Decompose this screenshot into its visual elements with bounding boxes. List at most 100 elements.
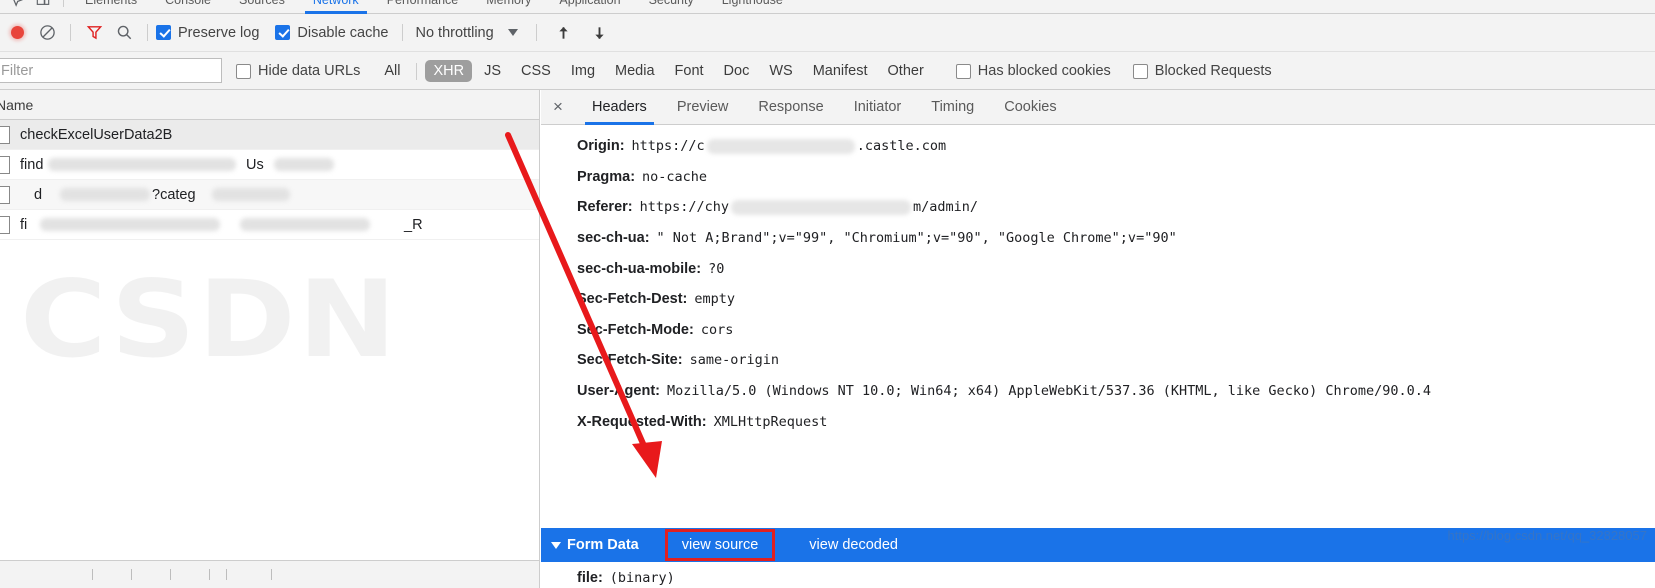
csdn-watermark: CSDN [20, 256, 399, 382]
header-name: sec-ch-ua-mobile: [577, 260, 702, 277]
form-data-name: file: [577, 569, 603, 586]
filter-options: Hide data URLs All XHR JS CSS Img Media … [236, 52, 1272, 90]
filter-type-doc[interactable]: Doc [716, 60, 758, 82]
form-data-title[interactable]: Form Data [551, 537, 639, 553]
toolbar-divider-3 [402, 24, 404, 41]
network-filterbar: Filter Hide data URLs All XHR JS CSS Img… [0, 52, 1655, 90]
filter-type-other[interactable]: Other [880, 60, 932, 82]
filter-type-manifest[interactable]: Manifest [805, 60, 876, 82]
header-row-sec-fetch-site: Sec-Fetch-Site: same-origin [577, 345, 1655, 376]
filter-type-xhr[interactable]: XHR [425, 60, 473, 82]
request-headers-list: Origin: https://c .castle.com Pragma: no… [541, 125, 1655, 470]
preserve-log-checkbox-box [156, 25, 171, 40]
header-value: cors [700, 321, 734, 338]
table-row[interactable]: checkExcelUserData2B [0, 120, 539, 150]
tab-initiator[interactable]: Initiator [839, 90, 917, 125]
blocked-requests-checkbox-box [1132, 63, 1148, 79]
search-button[interactable] [109, 18, 139, 48]
devtools-tabstrip: Elements Console Sources Network Perform… [0, 0, 1655, 14]
filter-type-ws[interactable]: WS [761, 60, 800, 82]
import-har-button[interactable] [549, 18, 579, 48]
header-name: Sec-Fetch-Dest: [577, 291, 688, 308]
form-data-label: Form Data [567, 537, 639, 553]
header-row-referer: Referer: https://chy m/admin/ [577, 192, 1655, 223]
request-list-header[interactable]: Name [0, 90, 539, 120]
redacted-region [40, 218, 220, 231]
request-name: d [34, 186, 43, 203]
devtools-tab-console[interactable]: Console [151, 0, 225, 14]
redacted-region [60, 188, 150, 201]
preserve-log-label: Preserve log [178, 24, 260, 41]
filter-type-img[interactable]: Img [563, 60, 603, 82]
devtools-tab-performance[interactable]: Performance [373, 0, 473, 14]
filter-input[interactable]: Filter [0, 58, 222, 83]
header-value-tail: .castle.com [856, 138, 947, 155]
blocked-requests-checkbox[interactable]: Blocked Requests [1132, 63, 1272, 79]
header-row-sec-fetch-mode: Sec-Fetch-Mode: cors [577, 315, 1655, 346]
close-icon[interactable]: × [545, 94, 571, 120]
chevron-down-icon[interactable] [507, 29, 518, 36]
table-row[interactable]: fi _R [0, 210, 539, 240]
request-name: checkExcelUserData2B [20, 126, 173, 143]
header-name: sec-ch-ua: [577, 230, 650, 247]
preserve-log-checkbox[interactable]: Preserve log [156, 25, 259, 41]
devtools-tab-network[interactable]: Network [299, 0, 373, 14]
devtools-tab-memory[interactable]: Memory [472, 0, 545, 14]
disable-cache-label: Disable cache [297, 24, 389, 41]
tab-headers[interactable]: Headers [577, 90, 662, 125]
record-button[interactable] [2, 18, 32, 48]
hide-data-urls-checkbox-box [236, 63, 251, 79]
header-value: XMLHttpRequest [713, 413, 828, 430]
form-data-value: (binary) [609, 569, 675, 586]
request-name-tail: Us [246, 156, 264, 173]
status-divider [131, 569, 132, 580]
devtools-tab-application[interactable]: Application [545, 0, 634, 14]
toolbar-divider-4 [535, 24, 537, 41]
has-blocked-cookies-checkbox[interactable]: Has blocked cookies [955, 63, 1111, 79]
filter-button[interactable] [79, 18, 109, 48]
filter-type-all[interactable]: All [376, 60, 408, 82]
clear-button[interactable] [32, 18, 62, 48]
header-name: X-Requested-With: [577, 413, 707, 430]
table-row[interactable]: find Us [0, 150, 539, 180]
devtools-tab-lighthouse[interactable]: Lighthouse [708, 0, 797, 14]
devtools-tab-elements[interactable]: Elements [71, 0, 151, 14]
view-source-button[interactable]: view source [664, 529, 776, 561]
table-row[interactable]: d ?categ [0, 180, 539, 210]
filter-type-media[interactable]: Media [607, 60, 663, 82]
export-har-button[interactable] [585, 18, 615, 48]
devtools-tab-security[interactable]: Security [635, 0, 708, 14]
hide-data-urls-label: Hide data URLs [258, 63, 361, 79]
network-status-bar [0, 560, 539, 588]
redacted-region [48, 158, 236, 171]
form-data-row-file: file: (binary) [577, 562, 1655, 588]
has-blocked-cookies-label: Has blocked cookies [977, 63, 1111, 79]
tab-cookies[interactable]: Cookies [989, 90, 1071, 125]
devtools-tab-sources[interactable]: Sources [225, 0, 299, 14]
filter-type-font[interactable]: Font [667, 60, 712, 82]
document-icon [0, 125, 10, 144]
status-divider [226, 569, 227, 580]
redacted-region [731, 199, 912, 215]
disable-cache-checkbox[interactable]: Disable cache [275, 25, 388, 41]
header-value: https://chy [639, 199, 730, 216]
hide-data-urls-checkbox[interactable]: Hide data URLs [236, 63, 360, 79]
status-divider [209, 569, 210, 580]
tab-timing[interactable]: Timing [916, 90, 989, 125]
throttling-select[interactable]: No throttling [415, 25, 493, 41]
tab-response[interactable]: Response [743, 90, 838, 125]
triangle-down-icon[interactable] [551, 541, 561, 549]
view-decoded-button[interactable]: view decoded [809, 537, 898, 553]
detail-tabstrip: × Headers Preview Response Initiator Tim… [541, 90, 1655, 125]
filter-type-css[interactable]: CSS [513, 60, 559, 82]
header-value: Mozilla/5.0 (Windows NT 10.0; Win64; x64… [666, 383, 1431, 400]
status-divider [92, 569, 93, 580]
network-toolbar: Preserve log Disable cache No throttling [0, 14, 1655, 52]
filter-type-js[interactable]: JS [476, 60, 509, 82]
request-name: find [20, 156, 44, 173]
inspect-element-icon[interactable] [4, 0, 30, 13]
request-name-tail: _R [404, 216, 423, 233]
document-icon [0, 215, 10, 234]
tab-preview[interactable]: Preview [662, 90, 744, 125]
toggle-device-toolbar-icon[interactable] [30, 0, 56, 13]
